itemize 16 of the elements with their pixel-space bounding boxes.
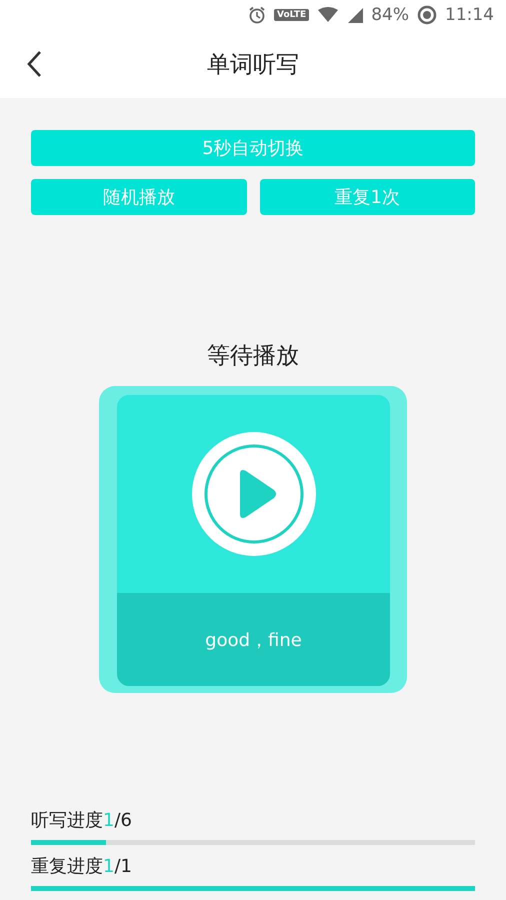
record-icon [417,5,437,25]
progress-label: 听写进度1/6 [31,809,133,832]
progress-label: 重复进度1/1 [31,855,133,878]
volte-icon: VoLTE [274,9,310,21]
playback-status: 等待播放 [206,342,300,371]
word-text: good，fine [205,628,302,652]
auto-switch-button[interactable]: 5秒自动切换 [31,130,475,166]
wifi-icon [317,7,340,23]
page-title: 单词听写 [207,50,299,80]
signal-icon [347,7,364,23]
battery-percent: 84% [371,5,409,25]
back-icon[interactable] [26,50,42,78]
repeat-button[interactable]: 重复1次 [260,179,475,215]
clock-time: 11:14 [445,5,494,25]
random-play-button[interactable]: 随机播放 [31,179,246,215]
alarm-icon [248,6,266,24]
